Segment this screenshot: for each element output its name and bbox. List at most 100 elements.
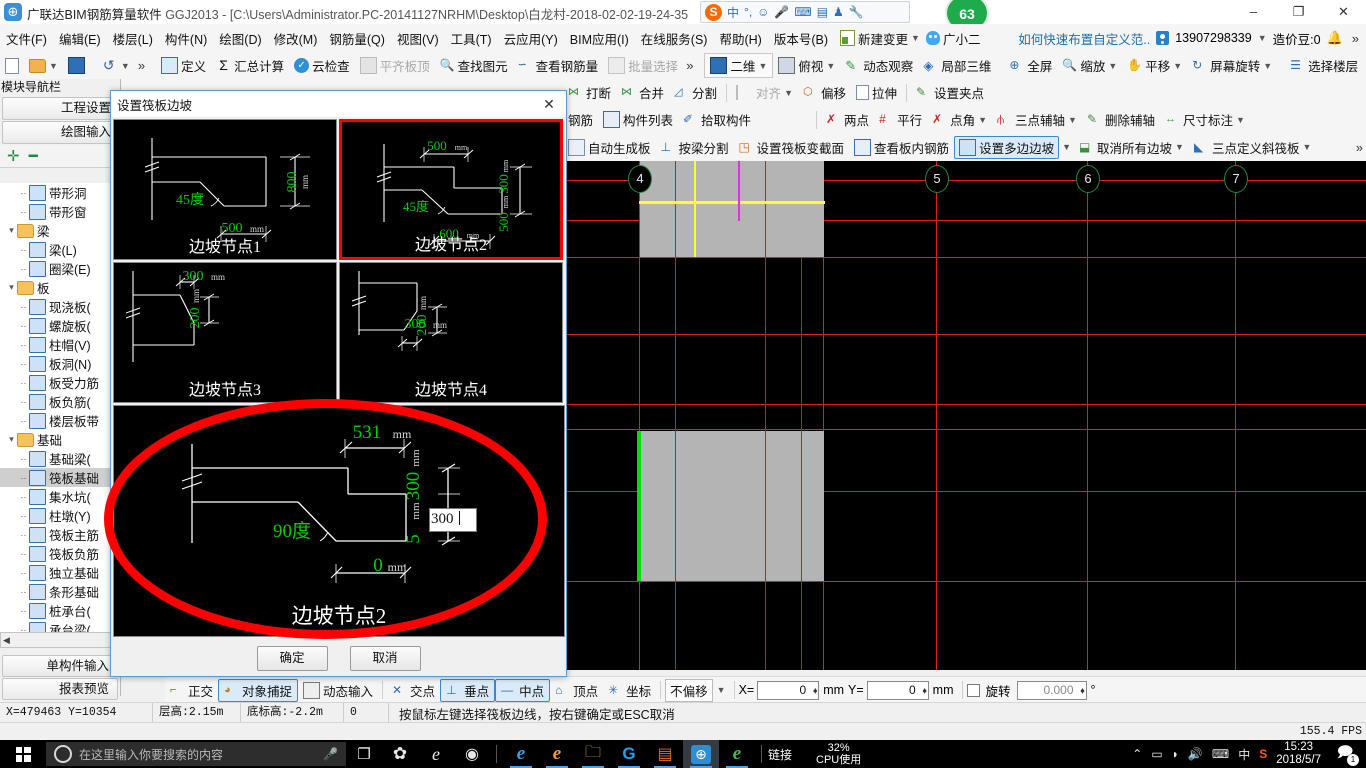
ime-punctuation-icon[interactable]: °, xyxy=(744,5,752,19)
multi-slope-chevron-down-icon[interactable]: ▼ xyxy=(1059,142,1074,152)
tree-item-12[interactable]: ·· 楼层板带 xyxy=(0,411,118,430)
dynamic-input-toggle[interactable]: 动态输入 xyxy=(298,680,378,701)
view-2d-chevron-down-icon[interactable]: ▼ xyxy=(758,61,767,71)
tree-item-13[interactable]: ▾ 基础 xyxy=(0,430,118,449)
chevron-down-icon[interactable]: ▾ xyxy=(6,225,17,236)
ime-microphone-icon[interactable]: 🎤 xyxy=(774,5,789,19)
coordinate-snap-toggle[interactable]: ✳ 坐标 xyxy=(603,680,656,701)
tree-item-21[interactable]: ·· 条形基础 xyxy=(0,582,118,601)
merge-button[interactable]: ⋈ 合并 xyxy=(616,81,669,104)
maximize-button[interactable]: ❐ xyxy=(1276,0,1321,24)
view-rebar-button[interactable]: ∽ 查看钢筋量 xyxy=(513,54,604,77)
three-point-raft-chevron-down-icon[interactable]: ▼ xyxy=(1302,142,1311,152)
three-point-axis-chevron-down-icon[interactable]: ▼ xyxy=(1068,115,1077,125)
y-offset-input[interactable]: 0 xyxy=(866,680,929,700)
tree-item-22[interactable]: ·· 桩承台( xyxy=(0,601,118,620)
taskbar-clock[interactable]: 15:23 2018/5/7 xyxy=(1276,741,1321,767)
new-file-button[interactable] xyxy=(0,56,24,76)
slab-region-upper[interactable] xyxy=(640,161,824,257)
save-button[interactable] xyxy=(63,55,90,76)
tree-item-18[interactable]: ·· 筏板主筋 xyxy=(0,525,118,544)
tree-item-8[interactable]: ·· 柱帽(V) xyxy=(0,335,118,354)
tree-item-23[interactable]: ·· 承台梁( xyxy=(0,620,118,632)
ok-button[interactable]: 确定 xyxy=(256,645,328,671)
action-center-button[interactable]: 🗩 1 xyxy=(1330,740,1360,768)
toolbar4-overflow-icon[interactable]: » xyxy=(1353,140,1366,155)
cad-drawing-canvas[interactable]: 4 5 6 7 xyxy=(563,161,1366,670)
volume-icon[interactable]: 🔊 xyxy=(1188,747,1203,761)
two-point-button[interactable]: ✗ 两点 xyxy=(821,108,874,131)
menu-online-service[interactable]: 在线服务(S) xyxy=(635,26,714,51)
menu-rebar-qty[interactable]: 钢筋量(Q) xyxy=(323,26,391,51)
undo-button[interactable]: ↺ ▼ xyxy=(98,56,135,75)
ime-smiley-icon[interactable]: ☺ xyxy=(757,5,769,19)
pan-chevron-down-icon[interactable]: ▼ xyxy=(1173,61,1182,71)
collapse-all-icon[interactable]: ━ xyxy=(29,149,38,164)
taskbar-app-ie-old[interactable]: e xyxy=(418,740,454,768)
tree-item-7[interactable]: ·· 螺旋板( xyxy=(0,316,118,335)
slope-value-input[interactable]: 300 xyxy=(429,508,477,532)
break-button[interactable]: ⋈ 打断 xyxy=(563,81,616,104)
slope-preview-panel[interactable]: 531 mm mm 300 mm 5 0 mm 90度 300 边坡节点2 xyxy=(104,399,565,639)
taskbar-app-pinwheel[interactable]: ✿ xyxy=(382,740,418,768)
tree-item-11[interactable]: ·· 板负筋( xyxy=(0,392,118,411)
task-view-button[interactable]: ❐ xyxy=(346,740,382,768)
keyboard-icon[interactable]: ⌨ xyxy=(1212,747,1229,761)
scroll-left-arrow-icon[interactable]: ◀ xyxy=(1,635,10,646)
screen-rotate-chevron-down-icon[interactable]: ▼ xyxy=(1263,61,1272,71)
chevron-down-icon[interactable]: ▾ xyxy=(6,434,17,445)
ime-card-icon[interactable]: ▤ xyxy=(817,5,828,19)
tip-link[interactable]: 如何快速布置自定义范.. xyxy=(1018,29,1150,48)
link-label[interactable]: 链接 xyxy=(768,746,792,763)
rotate-input[interactable]: 0.000 xyxy=(1016,680,1087,700)
topview-button[interactable]: 俯视 ▼ xyxy=(773,54,840,77)
intersection-snap-toggle[interactable]: ✕ 交点 xyxy=(387,680,440,701)
minimize-button[interactable]: – xyxy=(1231,0,1276,24)
slope-node-1[interactable]: 800 mm 500 mm 45度 边坡节点1 xyxy=(113,119,337,260)
slope-node-3[interactable]: 300 mm 200 mm 边坡节点3 xyxy=(113,262,337,403)
tree-item-19[interactable]: ·· 筏板负筋 xyxy=(0,544,118,563)
stretch-button[interactable]: 拉伸 xyxy=(851,81,902,104)
chevron-down-icon[interactable]: ▼ xyxy=(911,33,920,43)
cancel-slope-chevron-down-icon[interactable]: ▼ xyxy=(1175,142,1184,152)
tree-item-14[interactable]: ·· 基础梁( xyxy=(0,449,118,468)
sogou-logo-icon[interactable]: S xyxy=(705,3,722,21)
offset-button[interactable]: ⬡ 偏移 xyxy=(798,81,851,104)
zoom-chevron-down-icon[interactable]: ▼ xyxy=(1108,61,1117,71)
menu-floor[interactable]: 楼层(L) xyxy=(107,26,159,51)
taskbar-app-sogou-browser[interactable]: G xyxy=(611,740,647,768)
ime-tools-icon[interactable]: 🔧 xyxy=(849,5,864,19)
auto-slab-button[interactable]: 自动生成板 xyxy=(563,136,656,159)
orbit-button[interactable]: ✎ 动态观察 xyxy=(840,54,918,77)
ime-keyboard-icon[interactable]: ⌨ xyxy=(794,5,811,19)
component-tree[interactable]: ·· 带形洞 ·· 带形窗 ▾ 梁 ·· 梁(L) ·· 圈梁(E) ▾ 板 ·· 现浇板(·· 螺旋板(·… xyxy=(0,183,118,632)
sogou-tray-icon[interactable]: S xyxy=(1259,747,1267,761)
report-preview-button[interactable]: 报表预览 xyxy=(2,678,118,700)
offset-mode-select[interactable]: 不偏移 xyxy=(665,678,713,702)
rotate-checkbox[interactable] xyxy=(966,683,980,697)
tree-item-5[interactable]: ▾ 板 xyxy=(0,278,118,297)
slab-region-lower[interactable] xyxy=(640,431,824,581)
start-button[interactable] xyxy=(0,740,46,768)
bell-icon[interactable]: 🔔 xyxy=(1327,30,1343,46)
menu-bim-app[interactable]: BIM应用(I) xyxy=(564,26,635,51)
summary-calc-button[interactable]: Σ 汇总计算 xyxy=(211,54,289,77)
slope-node-4[interactable]: 300 mm 200 mm 边坡节点4 xyxy=(339,262,563,403)
tree-item-6[interactable]: ·· 现浇板( xyxy=(0,297,118,316)
tree-item-2[interactable]: ▾ 梁 xyxy=(0,221,118,240)
microphone-icon[interactable]: 🎤 xyxy=(323,747,338,761)
three-point-raft-button[interactable]: ◣ 三点定义斜筏板 ▼ xyxy=(1189,136,1316,159)
set-grip-button[interactable]: ✎ 设置夹点 xyxy=(911,81,989,104)
toolbar-overflow-left-icon[interactable]: » xyxy=(135,58,148,73)
ime-lang-indicator[interactable]: 中 xyxy=(1238,746,1250,763)
tree-item-1[interactable]: ·· 带形窗 xyxy=(0,202,118,221)
point-angle-chevron-down-icon[interactable]: ▼ xyxy=(978,115,987,125)
find-element-button[interactable]: 🔍 查找图元 xyxy=(435,54,513,77)
tree-item-9[interactable]: ·· 板洞(N) xyxy=(0,354,118,373)
ime-floating-bar[interactable]: S 中 °, ☺ 🎤 ⌨ ▤ ♟ 🔧 xyxy=(700,1,910,23)
menu-edit[interactable]: 编辑(E) xyxy=(53,26,107,51)
ime-mode-icon[interactable]: 中 xyxy=(727,4,739,21)
single-component-input-button[interactable]: 单构件输入 xyxy=(2,655,118,677)
set-multi-slope-button[interactable]: 设置多边边坡 xyxy=(954,135,1060,159)
assistant-button[interactable]: 广小二 xyxy=(920,29,980,48)
